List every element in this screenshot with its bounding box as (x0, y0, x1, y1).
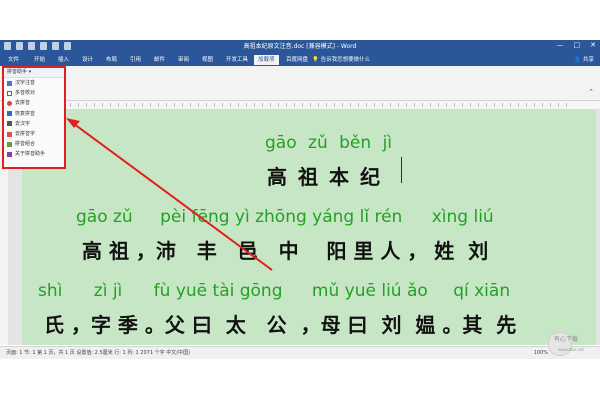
hanzi-char: 本 (329, 165, 360, 189)
pinyin-syllable: běn (339, 133, 372, 153)
tab-view[interactable]: 视图 (198, 55, 217, 65)
pinyin-group: xìng liú (431, 207, 494, 227)
pinyin-group: fù yuē tài gōng (153, 281, 283, 301)
collapse-ribbon-icon[interactable]: ⌃ (588, 88, 594, 96)
site-watermark: 有心下载 www.bbx.net (548, 332, 592, 356)
share-button[interactable]: 👤 共享 (574, 54, 594, 66)
window-title: 高祖本纪原文注音.doc [兼容模式] - Word (243, 43, 357, 50)
zoom-level[interactable]: 100% (534, 347, 548, 359)
tab-insert[interactable]: 插入 (54, 55, 73, 65)
window-controls: — □ ✕ (557, 41, 597, 49)
line2-hanzi: 氏 ，字 季 。父 曰 太 公 ，母 曰 刘 媪 。其 先 (44, 313, 517, 337)
ribbon-tab-bar: 文件 开始 插入 设计 布局 引用 邮件 审阅 视图 开发工具 加载项 百度网盘… (0, 54, 600, 66)
line1-pinyin: gāo zǔ pèi fēng yì zhōng yáng lǐ rén xìn… (76, 207, 600, 227)
pinyin-group: zì jì (93, 281, 123, 301)
tab-file[interactable]: 文件 (4, 55, 23, 65)
tab-review[interactable]: 审阅 (174, 55, 193, 65)
document-workspace: gāo zǔ běn jì 高祖本纪 gāo zǔ pèi fēng yì zh… (8, 109, 600, 345)
pinyin-group: qí xiān (453, 281, 511, 301)
title-bar: 高祖本纪原文注音.doc [兼容模式] - Word — □ ✕ (0, 40, 600, 54)
watermark-text: 有心下载 (554, 336, 579, 343)
hanzi-char: 祖 (298, 165, 329, 189)
pinyin-syllable: zǔ (308, 133, 328, 153)
line2-pinyin: shì zì jì fù yuē tài gōng mǔ yuē liú ǎo … (38, 281, 600, 301)
tell-me-label: 告诉我您想要做什么 (320, 57, 371, 63)
tab-addins[interactable]: 加载项 (254, 55, 279, 65)
hanzi-char: 纪 (360, 165, 391, 189)
tab-references[interactable]: 引用 (126, 55, 145, 65)
share-label: 共享 (582, 57, 594, 63)
close-button[interactable]: ✕ (590, 41, 596, 49)
status-bar: 页面: 1 节: 1 第 1 页，共 1 页 设置值: 2.5厘米 行: 1 列… (0, 346, 600, 359)
title-hanzi: 高祖本纪 (267, 161, 600, 190)
tell-me-search[interactable]: 💡 告诉我您想要做什么 (312, 54, 370, 66)
document-page[interactable]: gāo zǔ běn jì 高祖本纪 gāo zǔ pèi fēng yì zh… (22, 109, 596, 345)
tab-baidu-netdisk[interactable]: 百度网盘 (282, 55, 312, 65)
maximize-button[interactable]: □ (574, 41, 581, 49)
tab-home[interactable]: 开始 (30, 55, 49, 65)
text-cursor (401, 157, 402, 183)
watermark-url: www.bbx.net (558, 347, 584, 352)
title-pinyin: gāo zǔ běn jì (265, 133, 600, 153)
pinyin-group: shì (38, 281, 63, 301)
ruler-ticks (70, 103, 570, 107)
tab-design[interactable]: 设计 (78, 55, 97, 65)
pinyin-group: gāo zǔ (76, 207, 133, 227)
pinyin-group: mǔ yuē liú ǎo (311, 281, 428, 301)
line1-hanzi: 高 祖 ，沛 丰 邑 中 阳 里 人 ， 姓 刘 (82, 239, 489, 263)
ribbon-body: ⌃ (0, 66, 600, 101)
menu-highlight-box (2, 66, 66, 169)
tab-layout[interactable]: 布局 (102, 55, 121, 65)
status-info: 页面: 1 节: 1 第 1 页，共 1 页 设置值: 2.5厘米 行: 1 列… (6, 350, 191, 356)
pinyin-group: pèi fēng yì zhōng yáng lǐ rén (160, 207, 403, 227)
tab-developer[interactable]: 开发工具 (222, 55, 252, 65)
pinyin-syllable: jì (382, 133, 393, 153)
pinyin-syllable: gāo (265, 133, 297, 153)
hanzi-char: 高 (267, 165, 298, 189)
tab-mailings[interactable]: 邮件 (150, 55, 169, 65)
minimize-button[interactable]: — (557, 41, 564, 49)
